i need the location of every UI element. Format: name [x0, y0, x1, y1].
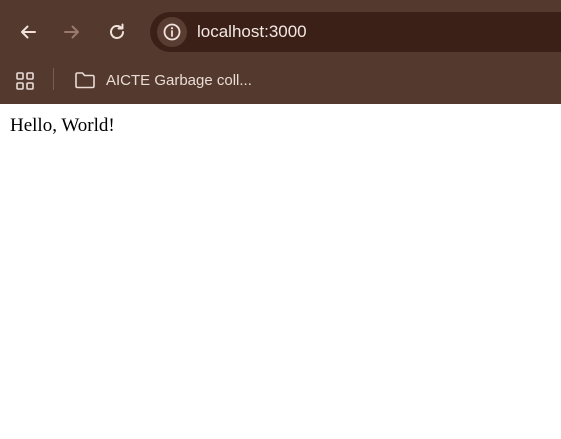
page-content: Hello, World! [0, 104, 561, 439]
browser-chrome: localhost:3000 AICTE Garbage coll... [0, 0, 561, 104]
reload-button[interactable] [102, 17, 132, 47]
bookmark-folder-aicte[interactable]: AICTE Garbage coll... [70, 65, 256, 95]
page-text: Hello, World! [10, 115, 115, 136]
reload-icon [110, 23, 124, 39]
arrow-right-icon [64, 25, 79, 39]
bookmarks-divider [53, 68, 54, 90]
site-info-button[interactable] [157, 17, 187, 47]
bookmarks-bar: AICTE Garbage coll... [0, 62, 561, 104]
bookmark-label: AICTE Garbage coll... [106, 71, 252, 89]
forward-button[interactable] [57, 17, 87, 47]
browser-toolbar: localhost:3000 [0, 0, 561, 62]
address-bar[interactable]: localhost:3000 [150, 12, 561, 52]
arrow-left-icon [21, 25, 36, 39]
apps-button[interactable] [12, 68, 38, 94]
folder-icon [75, 72, 95, 89]
url-text[interactable]: localhost:3000 [197, 22, 307, 42]
apps-grid-icon [16, 72, 34, 90]
back-button[interactable] [13, 17, 43, 47]
info-icon [163, 23, 181, 41]
